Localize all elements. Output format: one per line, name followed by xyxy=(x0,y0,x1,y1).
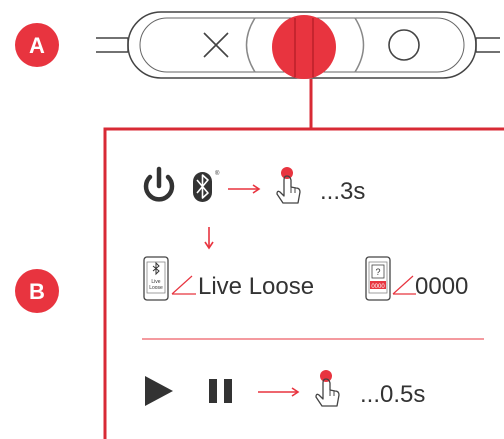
pause-icon xyxy=(209,379,232,403)
instruction-diagram: A B ® ...3s Live Loose Live Loose ? 0000… xyxy=(15,11,504,439)
phone-bluetooth-icon: Live Loose xyxy=(143,256,169,301)
marker-b-label: B xyxy=(29,279,45,304)
svg-text:0000: 0000 xyxy=(371,284,385,290)
circle-icon[interactable] xyxy=(388,29,420,61)
arrow-down-icon xyxy=(204,227,214,250)
slash-mark-2 xyxy=(392,275,416,295)
finger-press-icon xyxy=(276,167,301,204)
cross-icon[interactable] xyxy=(203,32,229,58)
svg-text:Loose: Loose xyxy=(149,285,163,291)
pairing-duration: ...3s xyxy=(320,178,365,205)
marker-a: A xyxy=(15,23,59,67)
phone-pin-icon: ? 0000 xyxy=(365,256,391,301)
arrow-right-icon xyxy=(228,184,261,194)
pin-code: 0000 xyxy=(415,273,468,300)
play-duration: ...0.5s xyxy=(360,381,425,408)
device-name: Live Loose xyxy=(198,273,314,300)
svg-text:?: ? xyxy=(375,267,380,277)
power-icon xyxy=(143,166,175,202)
finger-press-icon-2 xyxy=(315,370,340,407)
marker-b: B xyxy=(15,269,59,313)
center-button[interactable] xyxy=(272,15,336,79)
bluetooth-icon: ® xyxy=(193,170,220,202)
play-icon xyxy=(145,376,173,406)
svg-text:®: ® xyxy=(215,170,220,177)
slash-mark xyxy=(171,275,196,295)
marker-a-label: A xyxy=(29,33,45,58)
arrow-right-icon-2 xyxy=(258,387,300,397)
